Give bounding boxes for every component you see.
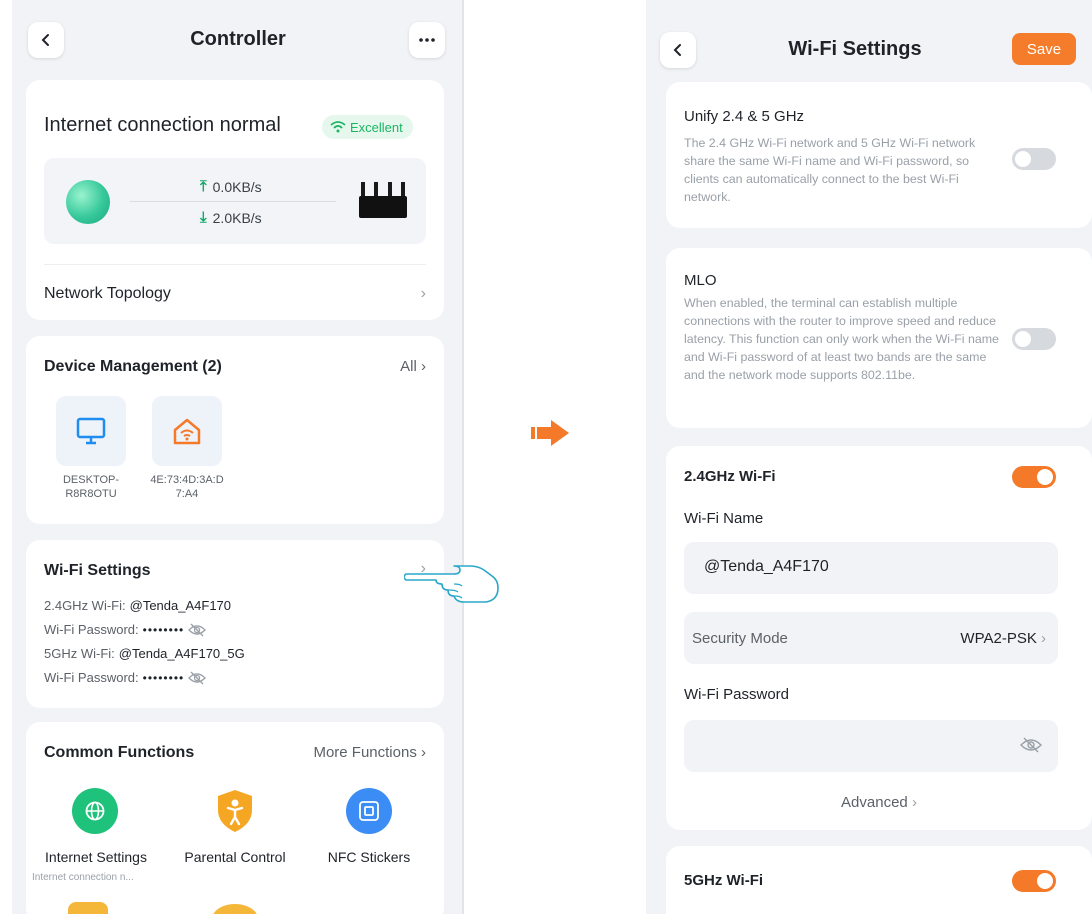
more-dots-icon <box>419 38 435 42</box>
security-mode-select[interactable]: Security Mode WPA2-PSK › <box>684 612 1058 664</box>
divider <box>44 264 426 265</box>
wifi-5-label: 5GHz Wi-Fi: <box>44 646 115 661</box>
network-topology-link[interactable]: Network Topology <box>44 285 171 303</box>
wifi-name-value: @Tenda_A4F170 <box>704 558 829 575</box>
mlo-card: MLO When enabled, the terminal can estab… <box>666 248 1092 428</box>
mlo-toggle[interactable] <box>1012 328 1056 350</box>
top-bar: Controller <box>12 0 462 80</box>
toggle-knob <box>1037 873 1053 889</box>
connection-line <box>130 201 336 202</box>
wifi-24-row: 2.4GHz Wi-Fi: @Tenda_A4F170 <box>44 598 231 613</box>
wifi-name-label: Wi-Fi Name <box>684 510 764 527</box>
device-name: 4E:73:4D:3A:D 7:A4 <box>150 474 224 500</box>
band-5-toggle[interactable] <box>1012 870 1056 892</box>
internet-globe-icon <box>66 180 110 224</box>
wifi-password-input[interactable] <box>684 720 1058 772</box>
shield-child-icon[interactable] <box>212 788 258 834</box>
unify-toggle[interactable] <box>1012 148 1056 170</box>
function-label: NFC Stickers <box>327 849 411 865</box>
common-functions-title: Common Functions <box>44 744 195 761</box>
wifi-password-label: Wi-Fi Password: <box>44 670 139 685</box>
home-wifi-icon <box>173 418 201 445</box>
download-arrow-icon: ⤓ <box>200 209 207 226</box>
band-24-card: 2.4GHz Wi-Fi Wi-Fi Name @Tenda_A4F170 Se… <box>666 446 1092 830</box>
all-link-label: All <box>400 358 417 375</box>
wifi-password-masked: •••••••• <box>142 622 185 637</box>
device-tile-desktop[interactable] <box>56 396 126 466</box>
wifi-settings-screen: Wi-Fi Settings Save Unify 2.4 & 5 GHz Th… <box>646 0 1092 914</box>
wifi-name-input[interactable]: @Tenda_A4F170 <box>684 542 1058 594</box>
toggle-knob <box>1015 151 1031 167</box>
function-sublabel: Internet connection n... <box>32 872 134 883</box>
wifi-signal-icon <box>330 121 346 133</box>
wifi-5-row: 5GHz Wi-Fi: @Tenda_A4F170_5G <box>44 646 245 661</box>
eye-off-icon[interactable] <box>188 623 207 637</box>
wifi-24-name: @Tenda_A4F170 <box>129 598 232 613</box>
upload-speed-row: ⤒ 0.0KB/s <box>200 178 262 195</box>
unify-bands-card: Unify 2.4 & 5 GHz The 2.4 GHz Wi-Fi netw… <box>666 82 1092 228</box>
wifi-password-label: Wi-Fi Password <box>684 686 790 703</box>
monitor-icon <box>76 417 106 445</box>
upload-arrow-icon: ⤒ <box>200 178 207 195</box>
download-speed-row: ⤓ 2.0KB/s <box>200 209 262 226</box>
download-speed: 2.0KB/s <box>212 209 262 226</box>
router-icon <box>359 182 407 218</box>
wifi-password-masked: •••••••• <box>142 670 185 685</box>
wifi-password-label: Wi-Fi Password: <box>44 622 139 637</box>
band-24-title: 2.4GHz Wi-Fi <box>684 468 776 485</box>
page-title: Wi-Fi Settings <box>788 38 922 60</box>
wifi-5-name: @Tenda_A4F170_5G <box>118 646 245 661</box>
wifi-settings-title: Wi-Fi Settings <box>44 562 151 579</box>
upload-speed: 0.0KB/s <box>212 178 262 195</box>
chevron-right-icon: › <box>420 285 426 302</box>
wifi-24-password-row: Wi-Fi Password: •••••••• <box>44 622 207 637</box>
save-button[interactable]: Save <box>1012 33 1076 65</box>
device-management-card: Device Management (2) All › DESKTOP- R8R… <box>26 336 444 524</box>
eye-off-icon[interactable] <box>188 671 207 685</box>
advanced-label: Advanced <box>841 794 908 811</box>
more-button[interactable] <box>409 22 445 58</box>
band-24-toggle[interactable] <box>1012 466 1056 488</box>
wifi-settings-card[interactable]: Wi-Fi Settings › 2.4GHz Wi-Fi: @Tenda_A4… <box>26 540 444 708</box>
function-label: Parental Control <box>184 849 286 865</box>
function-icon-partial <box>212 904 258 914</box>
signal-badge: Excellent <box>322 115 413 139</box>
device-management-title: Device Management (2) <box>44 358 222 375</box>
security-mode-value: WPA2-PSK › <box>960 630 1046 647</box>
band-5-title: 5GHz Wi-Fi <box>684 872 764 889</box>
mlo-description: When enabled, the terminal can establish… <box>684 296 999 382</box>
mlo-title: MLO <box>684 272 717 289</box>
more-functions-link[interactable]: More Functions › <box>313 744 426 761</box>
eye-off-icon[interactable] <box>1020 736 1042 754</box>
connection-card: Internet connection normal Excellent ⤒ 0… <box>26 80 444 320</box>
function-icon-partial <box>68 902 108 914</box>
page-title: Controller <box>190 28 286 50</box>
security-mode-text: WPA2-PSK <box>960 630 1037 647</box>
advanced-link[interactable]: Advanced › <box>666 794 1092 811</box>
hand-pointer-icon <box>404 565 499 603</box>
controller-screen: Controller Internet connection normal Ex… <box>12 0 464 914</box>
unify-title: Unify 2.4 & 5 GHz <box>684 108 805 125</box>
chevron-right-icon: › <box>911 794 917 811</box>
chevron-right-icon: › <box>1041 630 1046 647</box>
more-functions-label: More Functions <box>313 744 417 761</box>
transition-arrow-icon <box>531 420 569 446</box>
globe-icon[interactable] <box>72 788 118 834</box>
wifi-5-password-row: Wi-Fi Password: •••••••• <box>44 670 207 685</box>
connection-status: Internet connection normal <box>44 114 281 136</box>
speed-panel: ⤒ 0.0KB/s ⤓ 2.0KB/s <box>44 158 426 244</box>
common-functions-card: Common Functions More Functions › Intern… <box>26 722 444 914</box>
device-name: DESKTOP- R8R8OTU <box>62 474 120 500</box>
band-5-card: 5GHz Wi-Fi <box>666 846 1092 914</box>
security-mode-label: Security Mode <box>692 630 788 647</box>
nfc-icon[interactable] <box>346 788 392 834</box>
unify-description: The 2.4 GHz Wi-Fi network and 5 GHz Wi-F… <box>684 136 976 204</box>
function-label: Internet Settings <box>45 849 147 865</box>
device-tile-phone[interactable] <box>152 396 222 466</box>
wifi-24-label: 2.4GHz Wi-Fi: <box>44 598 126 613</box>
toggle-knob <box>1037 469 1053 485</box>
all-devices-link[interactable]: All › <box>400 358 426 375</box>
toggle-knob <box>1015 331 1031 347</box>
signal-badge-label: Excellent <box>350 119 403 135</box>
